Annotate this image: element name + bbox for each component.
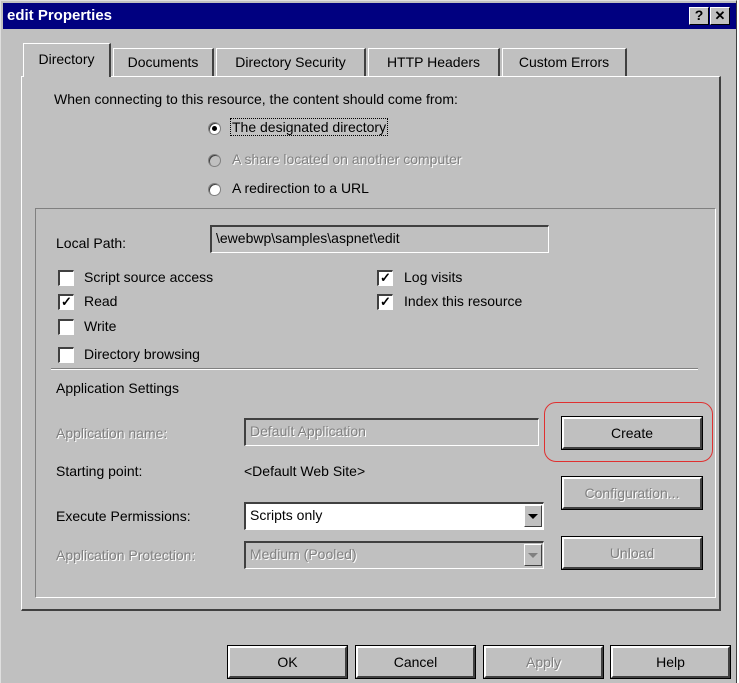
starting-point-value: <Default Web Site> <box>244 463 366 479</box>
create-button-highlight-ring <box>544 402 713 462</box>
apply-button: Apply <box>483 645 604 679</box>
radio-label-share: A share located on another computer <box>232 151 462 167</box>
label-directory-browsing[interactable]: Directory browsing <box>84 346 200 362</box>
checkbox-read[interactable]: ✓ <box>58 294 74 310</box>
separator <box>51 368 698 370</box>
application-protection-value: Medium (Pooled) <box>250 546 357 562</box>
source-prompt: When connecting to this resource, the co… <box>54 91 458 107</box>
execute-permissions-select[interactable]: Scripts only <box>244 502 544 530</box>
cancel-button[interactable]: Cancel <box>355 645 476 679</box>
radio-label-redirect-url[interactable]: A redirection to a URL <box>232 180 369 196</box>
label-index-resource[interactable]: Index this resource <box>404 293 522 309</box>
help-button[interactable]: Help <box>610 645 731 679</box>
application-name-field: Default Application <box>244 418 539 446</box>
application-protection-label: Application Protection: <box>56 547 196 563</box>
tab-custom-errors[interactable]: Custom Errors <box>502 48 627 76</box>
radio-label-designated-directory[interactable]: The designated directory <box>229 118 389 136</box>
configuration-button: Configuration... <box>561 476 703 510</box>
tab-http-headers[interactable]: HTTP Headers <box>368 48 500 76</box>
execute-permissions-label: Execute Permissions: <box>56 508 191 524</box>
local-path-field[interactable]: \ewebwp\samples\aspnet\edit <box>210 225 549 253</box>
radio-designated-directory[interactable] <box>208 122 221 135</box>
properties-dialog: edit Properties ? ✕ Directory Documents … <box>0 0 737 683</box>
checkbox-log-visits[interactable]: ✓ <box>377 270 393 286</box>
title-bar: edit Properties ? ✕ <box>3 3 736 29</box>
local-path-label: Local Path: <box>56 235 127 251</box>
checkbox-write[interactable] <box>58 319 74 335</box>
application-name-label: Application name: <box>56 425 168 441</box>
tab-documents[interactable]: Documents <box>113 48 214 76</box>
label-log-visits[interactable]: Log visits <box>404 269 462 285</box>
checkbox-index-resource[interactable]: ✓ <box>377 294 393 310</box>
unload-button: Unload <box>561 536 703 570</box>
chevron-down-icon[interactable] <box>524 505 542 527</box>
ok-button[interactable]: OK <box>227 645 348 679</box>
radio-share <box>208 154 221 167</box>
label-read[interactable]: Read <box>84 293 117 309</box>
starting-point-label: Starting point: <box>56 463 143 479</box>
label-script-source-access[interactable]: Script source access <box>84 269 213 285</box>
chevron-down-icon <box>524 544 542 566</box>
window-title: edit Properties <box>7 7 113 24</box>
close-icon[interactable]: ✕ <box>710 7 730 25</box>
application-protection-select: Medium (Pooled) <box>244 541 544 569</box>
checkbox-directory-browsing[interactable] <box>58 347 74 363</box>
execute-permissions-value: Scripts only <box>250 507 323 523</box>
tab-directory-security[interactable]: Directory Security <box>216 48 366 76</box>
radio-redirect-url[interactable] <box>208 183 221 196</box>
checkbox-script-source-access[interactable] <box>58 270 74 286</box>
help-title-button[interactable]: ? <box>689 7 709 25</box>
application-settings-heading: Application Settings <box>56 380 179 396</box>
tab-directory[interactable]: Directory <box>23 43 111 77</box>
label-write[interactable]: Write <box>84 318 116 334</box>
